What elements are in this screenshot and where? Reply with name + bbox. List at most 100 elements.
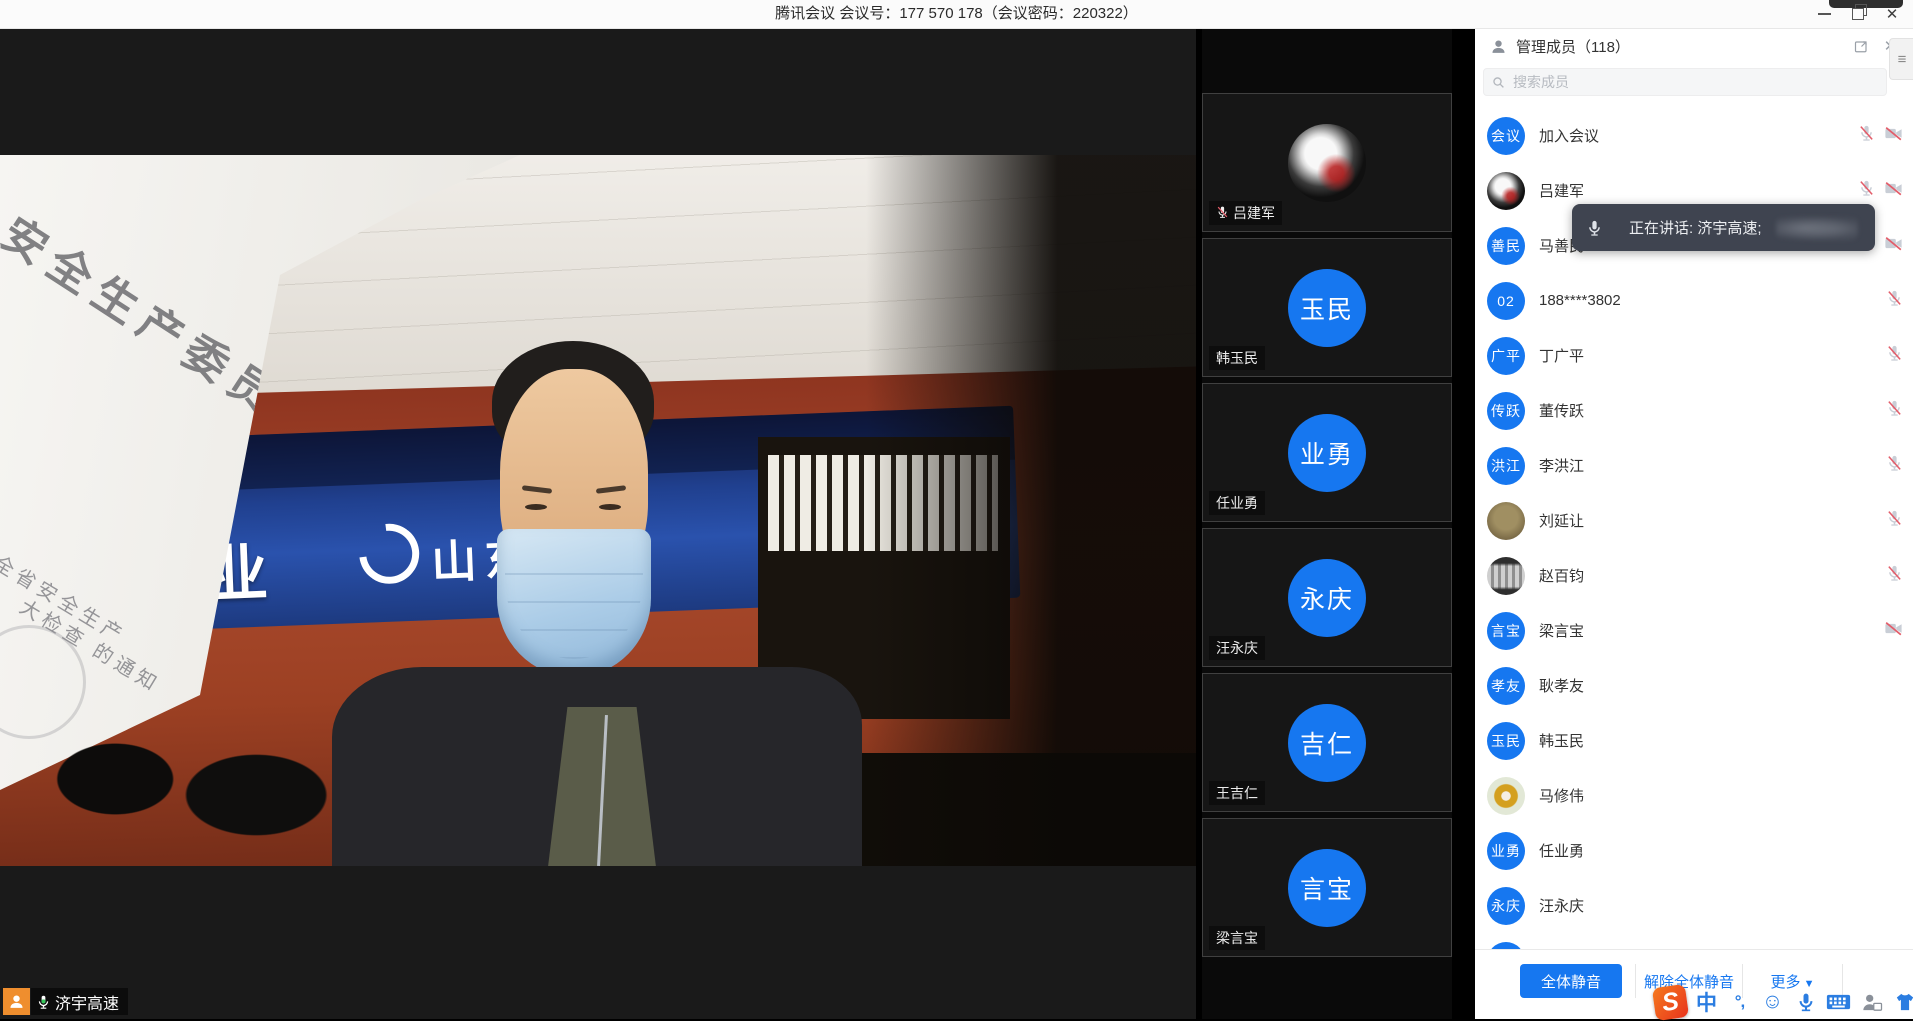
member-avatar: 广平	[1487, 337, 1525, 375]
video-thumbnail[interactable]: 言宝 梁言宝	[1202, 818, 1452, 957]
member-avatar	[1487, 777, 1525, 815]
soft-keyboard-icon[interactable]	[1825, 989, 1852, 1016]
member-row[interactable]: 刘延让	[1475, 493, 1913, 548]
sogou-logo-icon[interactable]: S	[1652, 983, 1689, 1020]
member-name: 汪永庆	[1539, 895, 1584, 916]
panel-header: 管理成员（118） ✕	[1475, 28, 1913, 64]
member-avatar: 善民	[1487, 227, 1525, 265]
member-row[interactable]: 业勇 任业勇	[1475, 823, 1913, 878]
member-avatar: 玉民	[1487, 722, 1525, 760]
member-row[interactable]: 永庆 汪永庆	[1475, 878, 1913, 933]
participant-name-label: 任业勇	[1209, 491, 1265, 515]
member-avatar: 永庆	[1487, 887, 1525, 925]
active-speaker-label: 济宇高速	[31, 988, 128, 1015]
member-row[interactable]: 会议 加入会议	[1475, 108, 1913, 163]
restore-icon	[1852, 8, 1864, 20]
member-row[interactable]: 玉民 韩玉民	[1475, 713, 1913, 768]
search-icon	[1492, 76, 1505, 89]
voice-input-icon[interactable]	[1792, 989, 1819, 1016]
chinese-mode-icon[interactable]: 中	[1693, 989, 1720, 1016]
member-name: 马修伟	[1539, 785, 1584, 806]
minimize-button[interactable]	[1807, 0, 1841, 28]
panel-collapse-handle[interactable]: ≡	[1889, 38, 1913, 80]
member-row[interactable]: 赵百钧	[1475, 548, 1913, 603]
member-avatar	[1487, 502, 1525, 540]
member-row[interactable]: 孝友 耿孝友	[1475, 658, 1913, 713]
member-avatar: 会议	[1487, 117, 1525, 155]
member-row[interactable]: 言宝 梁言宝	[1475, 603, 1913, 658]
member-name: 188****3802	[1539, 292, 1621, 309]
camera-muted-icon[interactable]	[1884, 235, 1903, 257]
participant-name-label: 汪永庆	[1209, 636, 1265, 660]
punctuation-icon[interactable]: °,	[1726, 989, 1753, 1016]
video-thumbnail[interactable]: 永庆 汪永庆	[1202, 528, 1452, 667]
camera-muted-icon[interactable]	[1884, 180, 1903, 202]
speaking-toast-text: 正在讲话: 济宇高速;	[1629, 217, 1762, 238]
popout-panel-icon[interactable]	[1850, 35, 1872, 57]
video-thumbnail[interactable]: 吕建军	[1202, 93, 1452, 232]
titlebar: 腾讯会议 会议号：177 570 178（会议密码：220322）	[0, 0, 1913, 29]
account-icon[interactable]	[1858, 989, 1885, 1016]
member-row[interactable]: 洪江 李洪江	[1475, 438, 1913, 493]
mic-muted-icon[interactable]	[1886, 564, 1903, 587]
speaking-toast: 正在讲话: 济宇高速;	[1572, 204, 1875, 251]
participant-avatar: 玉民	[1288, 269, 1366, 347]
close-icon: ✕	[1886, 5, 1899, 23]
mic-active-icon	[36, 994, 51, 1010]
member-row[interactable]: 马修伟	[1475, 768, 1913, 823]
member-name: 梁言宝	[1539, 620, 1584, 641]
member-avatar	[1487, 557, 1525, 595]
video-thumbnail[interactable]: 吉仁 王吉仁	[1202, 673, 1452, 812]
person-icon	[8, 993, 25, 1010]
blurred-names	[1776, 215, 1858, 241]
mic-muted-icon[interactable]	[1858, 179, 1875, 202]
mic-muted-icon[interactable]	[1886, 399, 1903, 422]
video-thumbnail[interactable]: 玉民 韩玉民	[1202, 238, 1452, 377]
speaker-video: 业 山东交运 远 安全生产委员会工作 全省安全生产 大检查 的通知	[0, 155, 1196, 866]
skin-icon[interactable]	[1891, 989, 1913, 1016]
member-name: 李洪江	[1539, 455, 1584, 476]
mic-muted-icon[interactable]	[1886, 289, 1903, 312]
active-speaker-name: 济宇高速	[55, 990, 119, 1014]
mic-muted-icon	[1216, 205, 1229, 222]
meeting-title: 腾讯会议 会议号：177 570 178（会议密码：220322）	[0, 0, 1913, 28]
hamburger-icon: ≡	[1898, 51, 1907, 68]
member-name: 加入会议	[1539, 125, 1599, 146]
minimize-icon	[1818, 13, 1831, 15]
participant-name-label: 吕建军	[1209, 201, 1282, 225]
search-input[interactable]	[1511, 73, 1878, 91]
shandong-jiaoyun-logo-icon	[347, 512, 431, 596]
restore-button[interactable]	[1841, 0, 1875, 28]
member-name: 耿孝友	[1539, 675, 1584, 696]
thumbnail-strip: 吕建军 玉民 韩玉民 业勇 任业勇 永庆 汪永庆	[1202, 28, 1452, 1019]
participant-name-label: 韩玉民	[1209, 346, 1265, 370]
member-name: 吕建军	[1539, 180, 1584, 201]
search-box[interactable]	[1483, 68, 1887, 96]
member-avatar: 02	[1487, 282, 1525, 320]
member-row[interactable]: 02 188****3802	[1475, 273, 1913, 328]
ime-toolbar: S 中 °, ☺	[1654, 984, 1913, 1020]
member-avatar: 洪江	[1487, 447, 1525, 485]
mute-all-button[interactable]: 全体静音	[1520, 964, 1622, 998]
mic-muted-icon[interactable]	[1858, 124, 1875, 147]
close-button[interactable]: ✕	[1875, 0, 1909, 28]
participant-avatar: 言宝	[1288, 849, 1366, 927]
member-avatar: 传跃	[1487, 392, 1525, 430]
presenter-badge	[3, 988, 30, 1015]
camera-muted-icon[interactable]	[1884, 125, 1903, 147]
mic-muted-icon[interactable]	[1886, 454, 1903, 477]
participant-avatar: 业勇	[1288, 414, 1366, 492]
member-name: 丁广平	[1539, 345, 1584, 366]
mic-muted-icon[interactable]	[1886, 509, 1903, 532]
main-video-area: 业 山东交运 远 安全生产委员会工作 全省安全生产 大检查 的通知	[0, 28, 1196, 1019]
mic-muted-icon[interactable]	[1886, 344, 1903, 367]
participant-avatar	[1288, 124, 1366, 202]
member-row[interactable]: 传跃 董传跃	[1475, 383, 1913, 438]
member-management-panel: 管理成员（118） ✕ 会议 加入会议	[1475, 28, 1913, 1019]
member-name: 韩玉民	[1539, 730, 1584, 751]
camera-muted-icon[interactable]	[1884, 620, 1903, 642]
member-row[interactable]: 广平 丁广平	[1475, 328, 1913, 383]
member-name: 董传跃	[1539, 400, 1584, 421]
emoji-icon[interactable]: ☺	[1759, 989, 1786, 1016]
video-thumbnail[interactable]: 业勇 任业勇	[1202, 383, 1452, 522]
